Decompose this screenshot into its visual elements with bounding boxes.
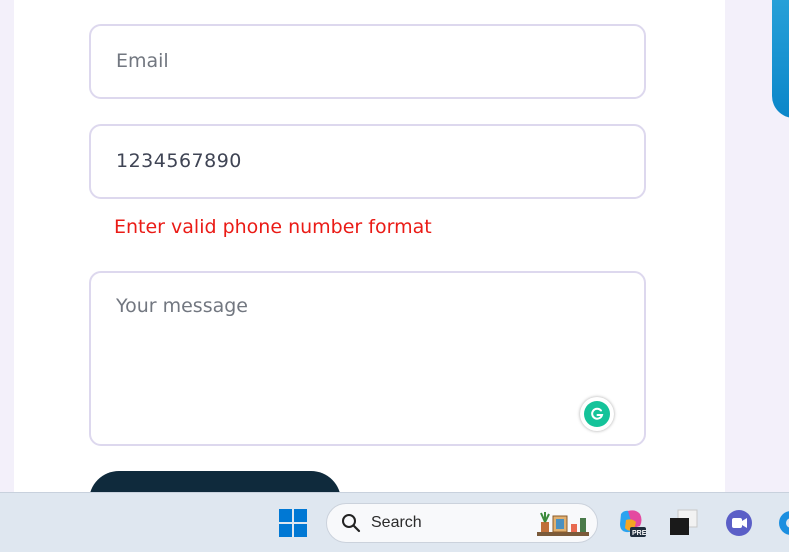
phone-field[interactable]: 1234567890: [89, 124, 646, 199]
email-field[interactable]: Email: [89, 24, 646, 99]
teams-meet-icon[interactable]: [724, 508, 754, 538]
grammarly-icon[interactable]: [580, 397, 614, 431]
edge-icon[interactable]: [778, 510, 789, 536]
search-highlights-icon: [537, 512, 589, 536]
message-placeholder: Your message: [116, 295, 248, 317]
copilot-icon[interactable]: PRE: [616, 508, 646, 538]
search-label: Search: [371, 514, 422, 531]
taskbar: Search PRE: [0, 492, 789, 552]
svg-text:PRE: PRE: [632, 530, 646, 537]
phone-error-message: Enter valid phone number format: [114, 216, 432, 238]
decorative-panel: [772, 0, 789, 118]
taskbar-search-box[interactable]: Search: [326, 503, 598, 543]
windows-start-icon[interactable]: [279, 509, 307, 537]
search-icon: [342, 514, 361, 533]
task-view-icon[interactable]: [669, 509, 699, 537]
message-textarea[interactable]: Your message: [89, 271, 646, 446]
phone-value: 1234567890: [116, 150, 242, 172]
email-placeholder: Email: [116, 50, 169, 72]
